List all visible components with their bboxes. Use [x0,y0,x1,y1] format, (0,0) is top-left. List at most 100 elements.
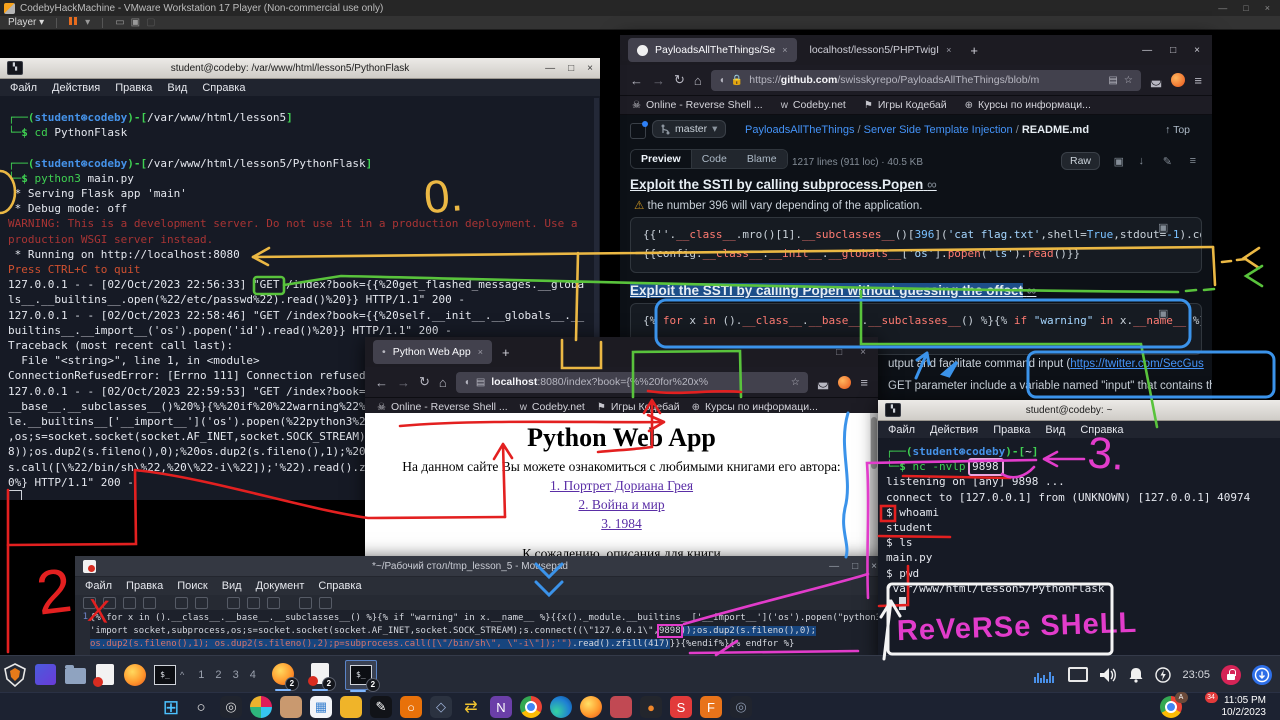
book-link-1[interactable]: 1. Портрет Дориана Грея [550,478,693,493]
tab-blame[interactable]: Blame [737,150,787,168]
tracking-shield-icon[interactable]: ◖ [719,75,725,86]
tab-payloadsallthethings[interactable]: PayloadsAllTheThings/Se × [628,38,797,62]
tab-close-icon[interactable]: × [478,347,483,357]
onenote-icon[interactable]: N [490,696,512,718]
taskbar-firefox-group[interactable]: 2 [271,662,295,688]
bookmark-codeby[interactable]: wCodeby.net [781,99,846,111]
screen-lock-icon[interactable] [1221,665,1241,685]
forward-button[interactable]: → [397,375,410,390]
tab-code[interactable]: Code [692,150,737,168]
fullscreen-icon[interactable]: ▣ [131,17,140,28]
toolbar-icon[interactable] [143,597,156,609]
back-button[interactable]: ← [375,375,388,390]
extension-icon[interactable] [1171,73,1185,87]
windows-clock[interactable]: 11:05 PM 10/2/2023 [1222,695,1280,719]
menu-help[interactable]: Справка [1080,424,1123,436]
tab-close-icon[interactable]: × [782,45,787,55]
tab-preview[interactable]: Preview [631,150,692,168]
start-button[interactable]: ⊞ [160,696,182,718]
copy-code-icon[interactable]: ▣ [1158,221,1168,234]
menu-edit[interactable]: Правка [115,82,152,94]
breadcrumb-folder[interactable]: Server Side Template Injection [864,124,1013,136]
menu-actions[interactable]: Действия [52,82,100,94]
window-maximize-button[interactable]: □ [836,347,842,358]
account-shield-icon[interactable]: ◛ [1150,72,1163,88]
toolbar-icon[interactable] [247,597,260,609]
yellow-arrows-app-icon[interactable]: ⇄ [460,696,482,718]
home-button[interactable]: ⌂ [694,73,702,88]
firefox-launcher[interactable] [123,663,147,687]
bookmark-star-icon[interactable]: ☆ [791,377,800,388]
tab-close-icon[interactable]: × [946,45,951,55]
url-bar[interactable]: ◖ ▤ localhost:8080/index?book={%%20for%2… [456,372,808,393]
tab-localhost-phptwig[interactable]: localhost/lesson5/PHPTwigI × [801,38,961,62]
vmware-close-button[interactable]: × [1265,3,1270,13]
payload-editor[interactable]: {% for x in ().__class__.__base__.__subc… [90,610,885,657]
window-close-button[interactable]: × [1194,45,1200,56]
bookmark-courses[interactable]: ⊕Курсы по информаци... [692,401,818,413]
book-link-3[interactable]: 3. 1984 [601,516,642,531]
bookmark-codeby[interactable]: wCodeby.net [520,401,585,413]
file-explorer-icon[interactable] [340,696,362,718]
menu-file[interactable]: Файл [10,82,37,94]
telegram-icon[interactable]: 34 [1190,696,1212,718]
back-to-top-link[interactable]: ↑ Top [1165,124,1190,136]
book-link-2[interactable]: 2. Война и мир [578,497,664,512]
reader-view-icon[interactable]: ▤ [1108,75,1117,86]
fruity-app-icon[interactable]: ● [640,696,662,718]
window-close-button[interactable]: × [860,347,866,358]
close-button[interactable]: × [871,561,877,572]
file-manager-launcher[interactable] [63,663,87,687]
menu-file[interactable]: Файл [85,580,112,592]
minimize-button[interactable]: — [829,561,839,572]
taskbar-mousepad-group[interactable]: 2 [308,662,332,688]
network-graph-icon[interactable] [1033,667,1057,683]
notes-app-icon[interactable]: ✎ [370,696,392,718]
search-icon[interactable]: ○ [190,696,212,718]
toolbar-icon[interactable] [299,597,312,609]
menu-edit[interactable]: Правка [993,424,1030,436]
pause-caret-icon[interactable]: ▾ [85,17,90,28]
raw-button[interactable]: Raw [1061,151,1100,170]
color-wheel-app-icon[interactable] [250,696,272,718]
show-desktop-button[interactable] [33,663,57,687]
outline-list-icon[interactable]: ≡ [1190,155,1196,167]
firefox-icon[interactable] [580,696,602,718]
toolbar-icon[interactable] [175,597,188,609]
window-minimize-button[interactable]: — [1142,45,1152,56]
chrome-tray-icon[interactable]: A [1160,696,1182,718]
maximize-button[interactable]: □ [852,561,858,572]
section-heading-popen-offset[interactable]: Exploit the SSTI by calling Popen withou… [630,283,1036,298]
reload-button[interactable]: ↻ [419,374,430,390]
red-media-app-icon[interactable] [610,696,632,718]
toolbar-icon[interactable] [103,597,116,609]
menu-view[interactable]: Вид [1045,424,1065,436]
workspace-switcher[interactable]: 1 2 3 4 [198,669,260,681]
taskbar-terminal-group[interactable]: $_2 [345,660,377,690]
forward-button[interactable]: → [652,73,665,88]
terminal-launcher[interactable]: $_ [153,663,177,687]
toolbar-icon[interactable] [123,597,136,609]
reload-button[interactable]: ↻ [674,72,685,88]
menu-help[interactable]: Справка [202,82,245,94]
window-maximize-button[interactable]: □ [1170,45,1176,56]
menu-edit[interactable]: Правка [126,580,163,592]
bookmark-games[interactable]: ⚑Игры Кодебай [597,401,680,413]
twitter-link[interactable]: https://twitter.com/SecGus [1070,358,1204,370]
copy-raw-icon[interactable]: ▣ [1114,155,1124,168]
mousepad-titlebar[interactable]: *~/Рабочий стол/tmp_lesson_5 - Mousepad … [75,556,885,577]
pause-vm-button[interactable] [69,17,79,28]
edit-pencil-icon[interactable]: ✎ [1163,155,1172,168]
clock-app-icon[interactable]: ○ [400,696,422,718]
toolbar-icon[interactable] [195,597,208,609]
vmware-maximize-button[interactable]: □ [1243,3,1248,13]
bookmark-games[interactable]: ⚑Игры Кодебай [864,99,947,111]
menu-view[interactable]: Вид [167,82,187,94]
lens-app-icon[interactable]: ◎ [730,696,752,718]
new-tab-button[interactable]: + [502,345,510,360]
power-manager-icon[interactable] [1155,667,1171,683]
download-icon[interactable]: ↓ [1139,155,1145,167]
toolbar-icon[interactable] [267,597,280,609]
breadcrumb-repo[interactable]: PayloadsAllTheThings [745,124,854,136]
copy-code-icon[interactable]: ▣ [1158,307,1168,320]
